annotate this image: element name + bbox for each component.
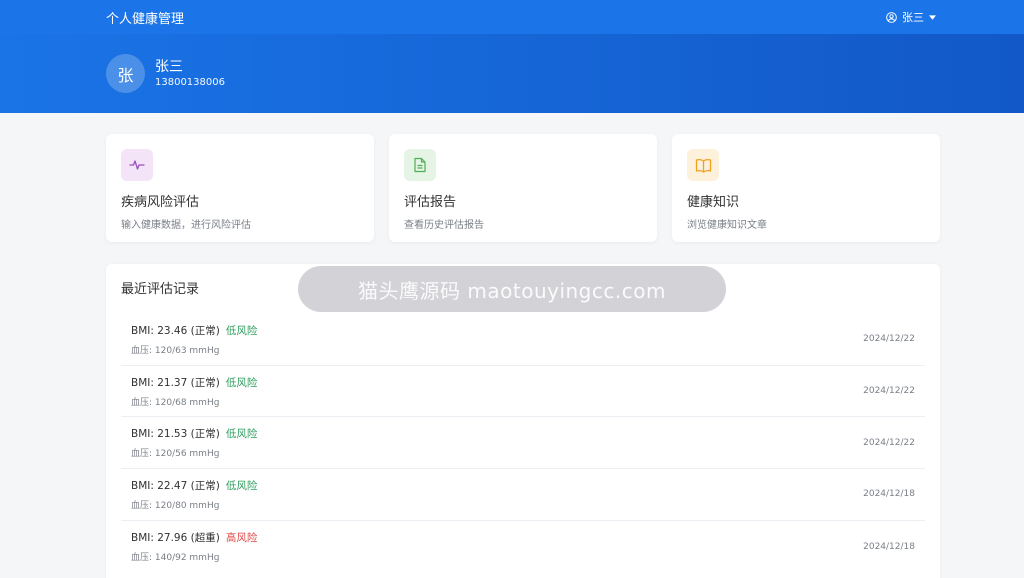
card-title: 疾病风险评估 [121,195,200,210]
pulse-icon [121,149,153,181]
blood-pressure: 血压: 120/80 mmHg [131,500,220,511]
bmi-value: BMI: 23.46 (正常) [131,324,220,337]
record-date: 2024/12/22 [863,437,915,448]
list-item[interactable]: BMI: 21.37 (正常) 低风险 血压: 120/68 mmHg 2024/… [121,366,925,418]
document-icon [404,149,436,181]
card-risk-assessment[interactable]: 疾病风险评估 输入健康数据，进行风险评估 [106,134,374,242]
top-navbar: 个人健康管理 张三 [0,0,1024,34]
profile-banner: 张 张三 13800138006 [0,34,1024,113]
blood-pressure: 血压: 120/68 mmHg [131,397,220,408]
card-health-knowledge[interactable]: 健康知识 浏览健康知识文章 [672,134,940,242]
blood-pressure: 血压: 140/92 mmHg [131,553,220,564]
caret-down-icon [929,14,936,20]
card-desc: 输入健康数据，进行风险评估 [121,220,251,231]
list-item[interactable]: BMI: 21.53 (正常) 低风险 血压: 120/56 mmHg 2024/… [121,417,925,470]
blood-pressure: 血压: 120/63 mmHg [131,345,220,356]
bmi-value: BMI: 21.37 (正常) [131,376,220,389]
bmi-value: BMI: 21.53 (正常) [131,428,220,441]
card-title: 评估报告 [404,195,457,210]
feature-cards: 疾病风险评估 输入健康数据，进行风险评估 评估报告 查看历史评估报告 健康知识 … [106,134,940,242]
avatar: 张 [106,54,145,93]
bmi-value: BMI: 27.96 (超重) [131,532,220,545]
profile-phone: 13800138006 [155,76,225,88]
user-menu-dropdown[interactable]: 张三 [886,9,936,25]
user-menu-name: 张三 [902,11,924,24]
list-item[interactable]: BMI: 22.47 (正常) 低风险 血压: 120/80 mmHg 2024/… [121,469,925,521]
card-desc: 查看历史评估报告 [404,220,484,231]
card-title: 健康知识 [687,195,740,210]
bmi-value: BMI: 22.47 (正常) [131,479,220,492]
card-assessment-report[interactable]: 评估报告 查看历史评估报告 [389,134,657,242]
record-date: 2024/12/22 [863,334,915,345]
card-desc: 浏览健康知识文章 [687,220,767,231]
risk-badge: 低风险 [225,324,258,337]
user-circle-icon [886,11,897,23]
risk-badge: 高风险 [225,532,258,545]
record-date: 2024/12/18 [863,489,915,500]
blood-pressure: 血压: 120/56 mmHg [131,449,220,460]
list-item[interactable]: BMI: 27.96 (超重) 高风险 血压: 140/92 mmHg 2024/… [121,521,925,573]
record-date: 2024/12/22 [863,386,915,397]
watermark: 猫头鹰源码 maotouyingcc.com [298,266,726,312]
app-title: 个人健康管理 [106,11,185,27]
book-icon [687,149,719,181]
record-date: 2024/12/18 [863,541,915,552]
profile-name: 张三 [155,58,183,75]
risk-badge: 低风险 [225,479,258,492]
risk-badge: 低风险 [225,428,258,441]
list-item[interactable]: BMI: 23.46 (正常) 低风险 血压: 120/63 mmHg 2024/… [121,314,925,366]
record-list: BMI: 23.46 (正常) 低风险 血压: 120/63 mmHg 2024/… [121,314,925,572]
risk-badge: 低风险 [225,376,258,389]
